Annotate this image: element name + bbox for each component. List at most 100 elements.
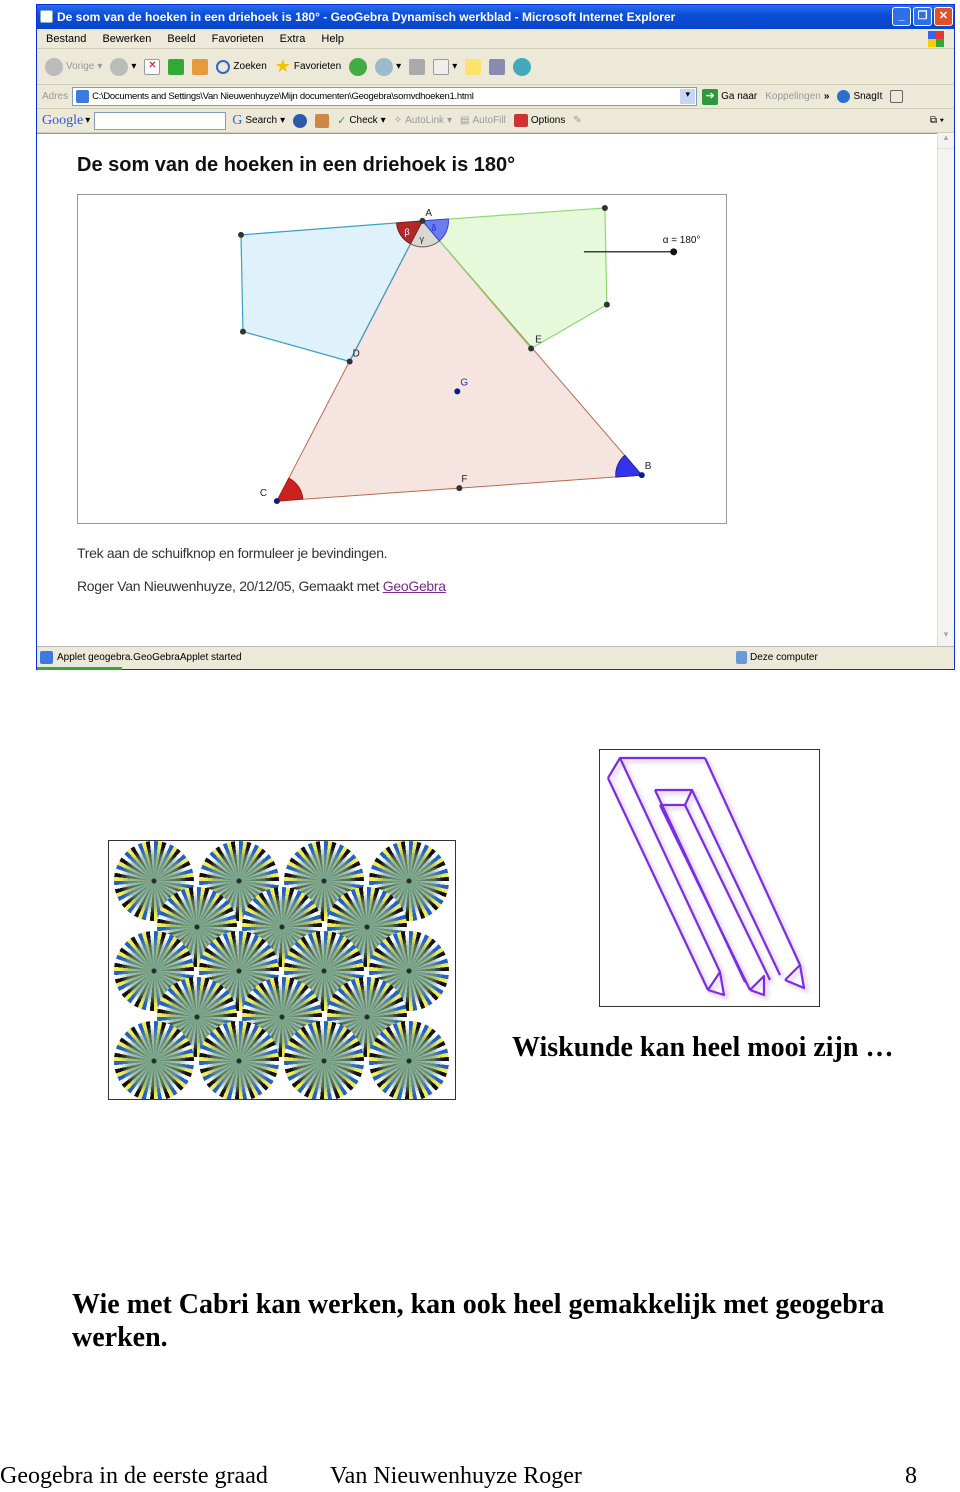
page-content: De som van de hoeken in een driehoek is … xyxy=(37,133,954,646)
pencil-icon[interactable]: ✎ xyxy=(573,115,581,126)
security-zone: Deze computer xyxy=(750,652,818,663)
menu-favorieten[interactable]: Favorieten xyxy=(212,33,264,45)
footer-title: Geogebra in de eerste graad xyxy=(0,1463,268,1489)
messenger-button[interactable] xyxy=(513,57,532,76)
snagit-button[interactable]: SnagIt xyxy=(837,90,882,103)
options-button[interactable]: Options xyxy=(513,114,565,127)
blue-vertex[interactable] xyxy=(238,231,244,238)
google-search-button[interactable]: G Search ▾ xyxy=(232,113,285,129)
google-toolbar: Google ▾ G Search ▾ ✓ Check ▾ ✧ AutoLink ▾ ▤… xyxy=(37,109,954,133)
globe-button[interactable] xyxy=(293,113,308,128)
history-icon xyxy=(349,57,368,76)
green-vertex[interactable] xyxy=(601,204,608,211)
history-button[interactable] xyxy=(349,57,368,76)
acrobat-icon[interactable]: ⧉ ▾ xyxy=(930,115,944,126)
close-button[interactable]: ✕ xyxy=(934,7,953,26)
page-icon xyxy=(76,90,90,103)
point-c[interactable] xyxy=(273,498,280,505)
back-button[interactable]: Vorige ▾ xyxy=(45,57,102,76)
scroll-down-button[interactable]: ▼ xyxy=(938,630,954,646)
standard-toolbar: Vorige ▾ ▾ ✕ Zoeken ★ Favorieten ▾ ▾ xyxy=(37,49,954,85)
point-e[interactable] xyxy=(528,345,535,352)
instruction-text: Trek aan de schuifknop en formuleer je b… xyxy=(77,545,388,561)
label-e: E xyxy=(535,335,542,346)
status-bar: Applet geogebra.GeoGebraApplet started D… xyxy=(37,646,954,670)
point-f[interactable] xyxy=(456,485,463,492)
back-arrow-icon xyxy=(45,57,63,76)
autofill-icon: ▤ xyxy=(460,115,470,126)
go-button[interactable]: ➔ Ga naar xyxy=(702,88,757,105)
label-a: A xyxy=(425,208,432,219)
autolink-icon: ✧ xyxy=(393,115,403,126)
blue-vertex[interactable] xyxy=(239,328,246,335)
menu-bestand[interactable]: Bestand xyxy=(46,33,86,45)
image-caption: Wiskunde kan heel mooi zijn … xyxy=(512,1032,894,1063)
green-vertex[interactable] xyxy=(603,301,610,308)
geogebra-applet[interactable]: β γ δ A B C D E F G α = 180° xyxy=(77,194,727,524)
menu-extra[interactable]: Extra xyxy=(280,33,306,45)
scroll-up-button[interactable]: ▲ xyxy=(938,133,954,149)
gamma-label: γ xyxy=(419,234,424,244)
snagit-capture-icon[interactable] xyxy=(890,90,904,103)
window-title: De som van de hoeken in een driehoek is … xyxy=(57,10,676,24)
home-icon xyxy=(192,58,209,75)
home-button[interactable] xyxy=(192,58,209,75)
popup-blocker-button[interactable] xyxy=(315,113,330,128)
google-search-input[interactable] xyxy=(94,111,227,130)
point-g[interactable] xyxy=(454,388,461,395)
impossible-fork-image xyxy=(599,749,820,1007)
word-icon xyxy=(433,58,450,75)
notes-button[interactable] xyxy=(465,58,482,75)
beta-label: β xyxy=(404,227,409,237)
maximize-button[interactable]: ❐ xyxy=(913,7,932,26)
rotating-snakes-illusion-image xyxy=(108,840,456,1100)
edit-button[interactable]: ▾ xyxy=(433,58,457,75)
delta-label: δ xyxy=(431,223,436,233)
messenger-icon xyxy=(513,57,532,76)
slider-handle[interactable] xyxy=(670,248,678,256)
menu-bar: Bestand Bewerken Beeld Favorieten Extra … xyxy=(37,29,954,49)
address-dropdown[interactable]: ▾ xyxy=(680,89,696,104)
research-icon xyxy=(489,58,506,75)
refresh-button[interactable] xyxy=(168,58,185,75)
label-d: D xyxy=(353,349,360,360)
mail-button[interactable]: ▾ xyxy=(375,57,401,76)
search-button[interactable]: Zoeken xyxy=(216,59,267,74)
mail-icon xyxy=(375,57,394,76)
label-f: F xyxy=(461,474,467,485)
check-button[interactable]: ✓ Check ▾ xyxy=(337,114,386,127)
menu-help[interactable]: Help xyxy=(321,33,344,45)
point-b[interactable] xyxy=(638,472,645,479)
options-icon xyxy=(513,114,528,127)
popup-icon xyxy=(315,113,330,128)
title-bar: De som van de hoeken in een driehoek is … xyxy=(37,5,954,29)
geogebra-link[interactable]: GeoGebra xyxy=(383,578,446,594)
address-label: Adres xyxy=(42,91,69,102)
address-bar: Adres C:\Documents and Settings\Van Nieu… xyxy=(37,85,954,109)
credit-text: Roger Van Nieuwenhuyze, 20/12/05, Gemaak… xyxy=(77,578,446,594)
illusion-disc xyxy=(284,1021,364,1099)
stop-icon: ✕ xyxy=(144,58,161,75)
printer-icon xyxy=(409,58,426,75)
stop-button[interactable]: ✕ xyxy=(144,58,161,75)
minimize-button[interactable]: _ xyxy=(892,7,911,26)
print-button[interactable] xyxy=(409,58,426,75)
google-logo[interactable]: Google xyxy=(42,113,83,129)
snagit-icon xyxy=(837,90,851,103)
loading-progress xyxy=(37,667,122,670)
address-input[interactable]: C:\Documents and Settings\Van Nieuwenhuy… xyxy=(72,87,698,106)
menu-beeld[interactable]: Beeld xyxy=(167,33,195,45)
autolink-button[interactable]: ✧ AutoLink ▾ xyxy=(394,115,452,126)
research-button[interactable] xyxy=(489,58,506,75)
vertical-scrollbar[interactable]: ▲ ▼ xyxy=(937,133,954,646)
ie-icon xyxy=(40,10,53,23)
page-title: De som van de hoeken in een driehoek is … xyxy=(77,154,516,176)
forward-button[interactable]: ▾ xyxy=(110,57,136,76)
menu-bewerken[interactable]: Bewerken xyxy=(102,33,151,45)
autofill-button[interactable]: ▤ AutoFill xyxy=(460,115,506,126)
footer-author: Van Nieuwenhuyze Roger xyxy=(330,1463,582,1489)
computer-zone-icon xyxy=(736,651,747,664)
favorites-button[interactable]: ★ Favorieten xyxy=(275,56,341,77)
label-b: B xyxy=(645,461,652,472)
links-button[interactable]: Koppelingen» xyxy=(765,91,829,102)
